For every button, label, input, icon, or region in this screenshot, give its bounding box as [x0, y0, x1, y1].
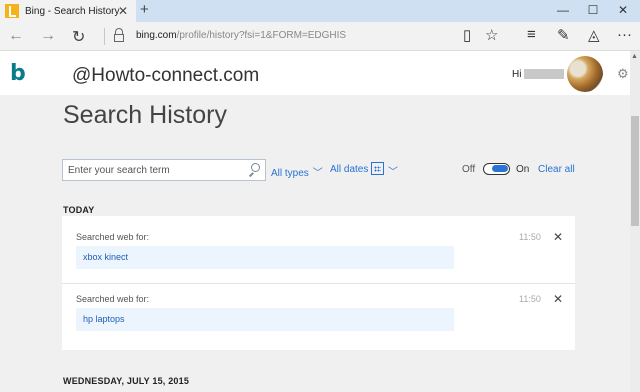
web-note-icon[interactable]: ✎ [557, 26, 570, 44]
hub-icon[interactable]: ≡ [527, 26, 536, 43]
chevron-down-icon[interactable]: ﹀ [388, 163, 398, 178]
search-box [62, 159, 266, 181]
minimize-button[interactable]: — [548, 3, 578, 17]
section-heading-today: TODAY [63, 205, 95, 215]
new-tab-button[interactable]: + [140, 1, 149, 18]
entry-label: Searched web for: [76, 294, 150, 304]
lock-icon [114, 28, 124, 42]
page-title: Search History [63, 101, 227, 129]
scroll-up-arrow-icon[interactable]: ▲ [631, 53, 638, 60]
type-filter-dropdown[interactable]: All types ﹀ [271, 164, 323, 179]
date-filter-dropdown[interactable]: All dates [330, 164, 368, 175]
history-entry: Searched web for: hp laptops 11:50 ✕ [62, 283, 575, 350]
tab-close-icon[interactable]: ✕ [118, 4, 128, 18]
search-input[interactable] [63, 160, 233, 181]
toolbar-divider [104, 28, 105, 45]
favorite-star-icon[interactable]: ☆ [485, 26, 498, 44]
user-name-redacted [524, 69, 564, 79]
scrollbar-thumb[interactable] [631, 116, 639, 226]
history-entry: Searched web for: xbox kinect 11:50 ✕ [62, 216, 575, 283]
greeting-label: Hi [512, 69, 522, 80]
toggle-on-label: On [516, 164, 530, 175]
forward-icon[interactable]: → [40, 27, 56, 45]
toggle-off-label: Off [462, 164, 476, 175]
section-heading-date: WEDNESDAY, JULY 15, 2015 [63, 376, 190, 386]
watermark-text: @Howto-connect.com [72, 65, 260, 86]
share-icon[interactable]: ◬ [588, 26, 600, 44]
more-icon[interactable]: ··· [617, 26, 632, 43]
url-field[interactable]: bing.com/profile/history?fsi=1&FORM=EDGH… [136, 30, 346, 41]
entry-query-link[interactable]: hp laptops [76, 308, 454, 331]
address-bar: ← → ↻ bing.com/profile/history?fsi=1&FOR… [0, 22, 640, 51]
tab-bar: Bing - Search History ✕ + — ☐ ✕ [0, 0, 640, 22]
history-card-today: Searched web for: xbox kinect 11:50 ✕ Se… [62, 216, 575, 350]
search-history-toggle[interactable] [483, 163, 510, 175]
entry-label: Searched web for: [76, 232, 150, 242]
remove-entry-icon[interactable]: ✕ [553, 230, 563, 244]
toggle-knob [492, 165, 508, 172]
settings-gear-icon[interactable]: ⚙ [617, 66, 629, 82]
bing-logo[interactable]: b [10, 61, 26, 86]
window-close-button[interactable]: ✕ [608, 3, 638, 17]
bing-header: b @Howto-connect.com Hi ⚙ [0, 51, 630, 95]
maximize-button[interactable]: ☐ [578, 3, 608, 17]
tab-title: Bing - Search History [25, 5, 120, 17]
avatar[interactable] [567, 56, 603, 92]
entry-time: 11:50 [519, 232, 541, 242]
clear-all-link[interactable]: Clear all [538, 164, 575, 175]
tab-bing-search-history[interactable]: Bing - Search History ✕ [0, 0, 136, 22]
vertical-scrollbar[interactable]: ▲ [630, 51, 640, 392]
chevron-down-icon: ﹀ [312, 168, 323, 179]
remove-entry-icon[interactable]: ✕ [553, 292, 563, 306]
bing-favicon-icon [5, 4, 19, 18]
refresh-icon[interactable]: ↻ [72, 27, 85, 47]
entry-time: 11:50 [519, 294, 541, 304]
search-icon[interactable] [248, 163, 261, 177]
reading-view-icon[interactable]: ▯ [463, 26, 471, 44]
entry-query-link[interactable]: xbox kinect [76, 246, 454, 269]
calendar-icon[interactable] [371, 162, 384, 175]
back-icon[interactable]: ← [8, 27, 24, 45]
